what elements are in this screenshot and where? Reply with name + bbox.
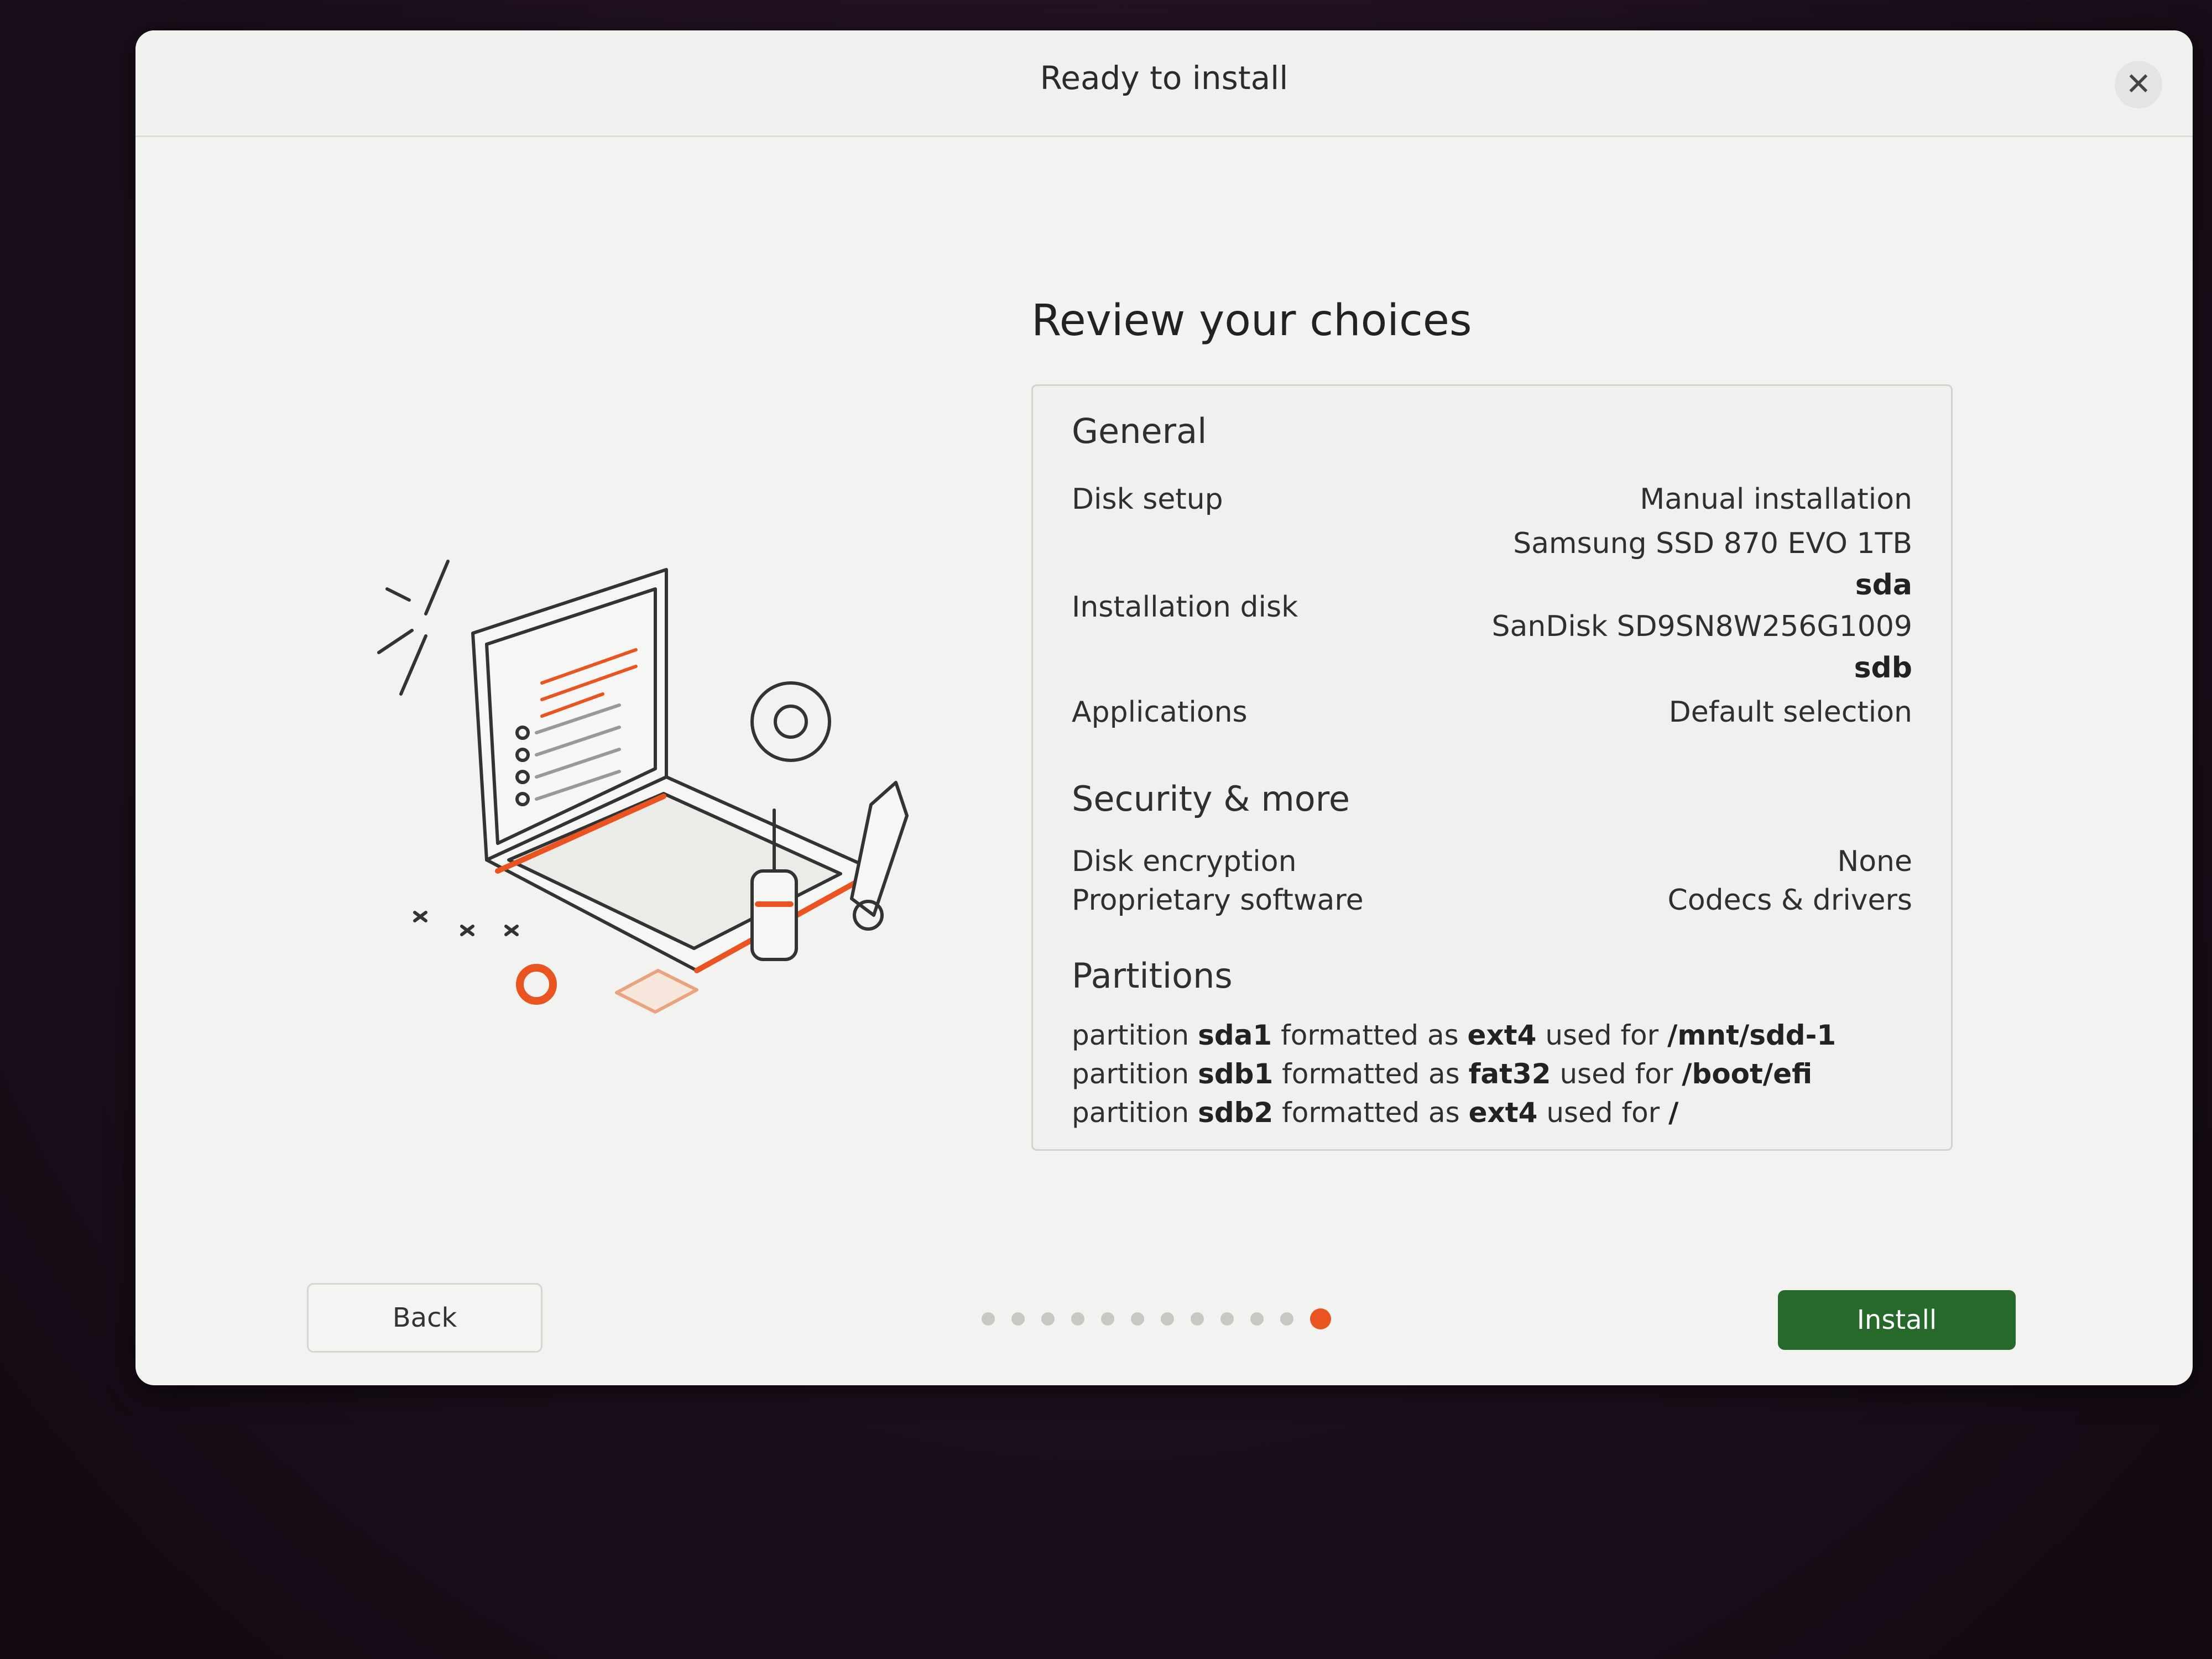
installation-disk-label: Installation disk xyxy=(1072,591,1298,624)
partition-fs: ext4 xyxy=(1467,1019,1537,1051)
review-panel: General Disk setup Manual installation S… xyxy=(1031,384,1953,1151)
proprietary-software-label: Proprietary software xyxy=(1072,884,1364,917)
disk1-device: sda xyxy=(1855,568,1912,602)
partition-line: partition sdb2 formatted as ext4 used fo… xyxy=(1072,1097,1678,1129)
formatted-word: formatted as xyxy=(1282,1097,1460,1129)
used-for-word: used for xyxy=(1545,1019,1659,1051)
step-dot xyxy=(1161,1312,1174,1326)
step-dot xyxy=(1250,1312,1264,1326)
disk-setup-value: Manual installation xyxy=(1640,483,1912,516)
disk2-device: sdb xyxy=(1854,651,1912,685)
disk1-model: Samsung SSD 870 EVO 1TB xyxy=(1513,527,1912,560)
disk-setup-label: Disk setup xyxy=(1072,483,1223,516)
partition-fs: ext4 xyxy=(1468,1097,1538,1129)
step-dot xyxy=(1101,1312,1114,1326)
partition-word: partition xyxy=(1072,1058,1190,1090)
step-dot xyxy=(1071,1312,1084,1326)
partition-mount: /mnt/sdd-1 xyxy=(1667,1019,1837,1051)
window-title: Ready to install xyxy=(1040,59,1288,97)
step-indicator xyxy=(982,1308,1331,1330)
step-dot xyxy=(1131,1312,1144,1326)
step-dot xyxy=(1220,1312,1234,1326)
page-heading: Review your choices xyxy=(1031,296,1472,346)
installer-window: Ready to install ✕ Review your choices G… xyxy=(135,30,2193,1385)
install-button[interactable]: Install xyxy=(1778,1290,2016,1350)
section-title-partitions: Partitions xyxy=(1072,956,1233,996)
step-dot-current xyxy=(1310,1308,1331,1329)
proprietary-software-value: Codecs & drivers xyxy=(1667,884,1912,917)
partition-word: partition xyxy=(1072,1019,1190,1051)
used-for-word: used for xyxy=(1559,1058,1673,1090)
step-dot xyxy=(982,1312,995,1326)
partition-line: partition sdb1 formatted as fat32 used f… xyxy=(1072,1058,1812,1090)
partition-fs: fat32 xyxy=(1468,1058,1551,1090)
formatted-word: formatted as xyxy=(1282,1058,1460,1090)
partition-word: partition xyxy=(1072,1097,1190,1129)
disk-encryption-value: None xyxy=(1837,845,1912,878)
formatted-word: formatted as xyxy=(1281,1019,1459,1051)
section-title-general: General xyxy=(1072,411,1207,451)
laptop-tools-illustration xyxy=(377,560,909,1014)
partition-name: sdb2 xyxy=(1198,1097,1274,1129)
used-for-word: used for xyxy=(1546,1097,1660,1129)
step-dot xyxy=(1011,1312,1025,1326)
title-bar: Ready to install ✕ xyxy=(135,30,2193,137)
disk-encryption-label: Disk encryption xyxy=(1072,845,1297,878)
disk2-model: SanDisk SD9SN8W256G1009 xyxy=(1491,610,1912,643)
partition-mount: / xyxy=(1668,1097,1679,1129)
applications-label: Applications xyxy=(1072,696,1248,729)
step-dot xyxy=(1041,1312,1055,1326)
partition-line: partition sda1 formatted as ext4 used fo… xyxy=(1072,1019,1836,1051)
partition-name: sdb1 xyxy=(1198,1058,1274,1090)
step-dot xyxy=(1191,1312,1204,1326)
step-dot xyxy=(1280,1312,1293,1326)
partition-name: sda1 xyxy=(1198,1019,1272,1051)
close-icon[interactable]: ✕ xyxy=(2115,61,2162,108)
section-title-security: Security & more xyxy=(1072,779,1350,819)
partition-mount: /boot/efi xyxy=(1682,1058,1813,1090)
applications-value: Default selection xyxy=(1668,696,1912,729)
back-button[interactable]: Back xyxy=(307,1283,542,1353)
